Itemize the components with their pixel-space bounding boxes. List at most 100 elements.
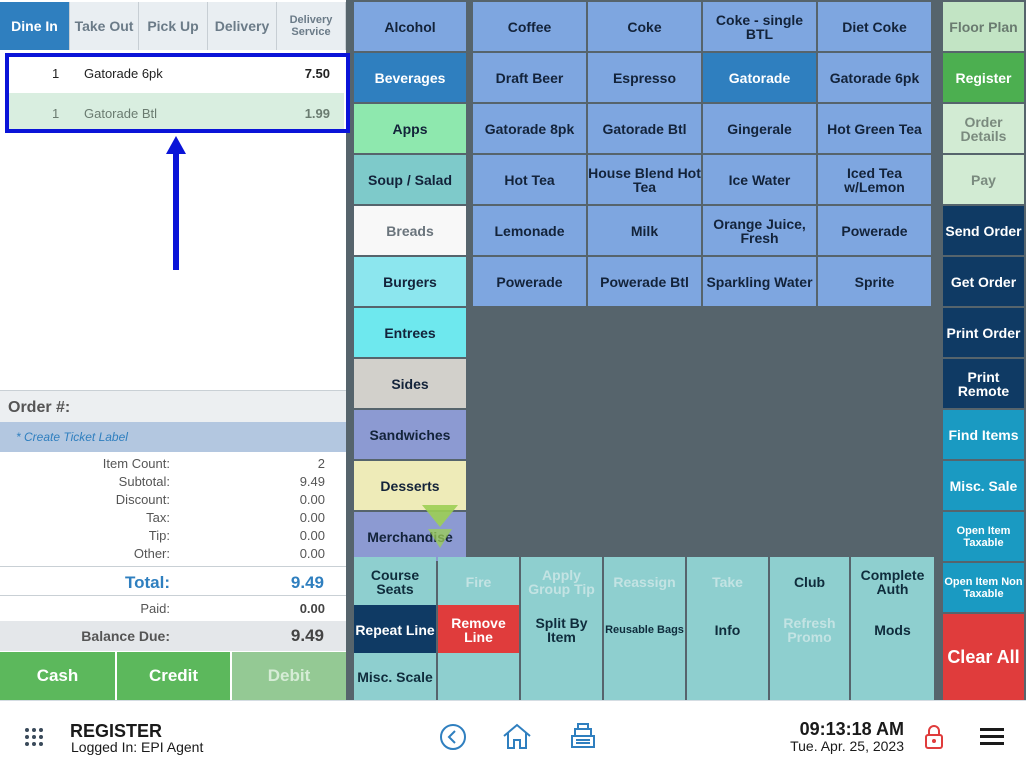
pos-register-screen: { "tabs": ["Dine In","Take Out","Pick Up… — [0, 0, 1026, 770]
item-lemonade[interactable]: Lemonade — [473, 206, 586, 255]
register-button[interactable]: Register — [943, 53, 1024, 102]
item-sparkling-water[interactable]: Sparkling Water — [703, 257, 816, 306]
info-button[interactable]: Info — [687, 605, 768, 654]
item-espresso[interactable]: Espresso — [588, 53, 701, 102]
total-row: Total: 9.49 — [0, 566, 346, 596]
pay-button[interactable]: Pay — [943, 155, 1024, 204]
summary-value: 2 — [317, 456, 325, 471]
item-gingerale[interactable]: Gingerale — [703, 104, 816, 153]
split-by-item-button[interactable]: Split By Item — [521, 605, 602, 654]
item-coke-single-btl[interactable]: Coke - single BTL — [703, 2, 816, 51]
item-gatorade-btl[interactable]: Gatorade Btl — [588, 104, 701, 153]
highlight-box — [5, 53, 350, 133]
apply-group-tip-button[interactable]: Apply Group Tip — [521, 557, 602, 606]
total-label: Total: — [124, 573, 170, 592]
course-seats-button[interactable]: Course Seats — [354, 557, 436, 606]
mods-button[interactable]: Mods — [851, 605, 934, 654]
refresh-promo-button[interactable]: Refresh Promo — [770, 605, 849, 654]
print-remote-button[interactable]: Print Remote — [943, 359, 1024, 408]
reassign-button[interactable]: Reassign — [604, 557, 685, 606]
item-powerade[interactable]: Powerade — [473, 257, 586, 306]
scroll-down-icon[interactable] — [420, 503, 460, 551]
summary-value: 0.00 — [299, 528, 325, 543]
item-powerade[interactable]: Powerade — [818, 206, 931, 255]
item-gatorade[interactable]: Gatorade — [703, 53, 816, 102]
balance-label: Balance Due: — [81, 628, 170, 644]
summary-value: 0.00 — [299, 546, 325, 561]
tab-take-out[interactable]: Take Out — [70, 2, 139, 50]
tab-dine-in[interactable]: Dine In — [0, 2, 70, 50]
reusable-bags-button[interactable]: Reusable Bags — [604, 605, 685, 654]
tab-pick-up[interactable]: Pick Up — [139, 2, 208, 50]
category-apps[interactable]: Apps — [354, 104, 466, 153]
item-gatorade-6pk[interactable]: Gatorade 6pk — [818, 53, 931, 102]
debit-button[interactable]: Debit — [232, 652, 346, 700]
clear-all-button[interactable]: Clear All — [943, 614, 1024, 700]
credit-button[interactable]: Credit — [117, 652, 230, 700]
paid-value: 0.00 — [299, 601, 325, 616]
summary-tip: Tip: 0.00 — [0, 528, 346, 546]
lock-icon[interactable] — [923, 723, 945, 751]
item-powerade-btl[interactable]: Powerade Btl — [588, 257, 701, 306]
empty-action-button — [687, 653, 768, 700]
item-draft-beer[interactable]: Draft Beer — [473, 53, 586, 102]
fire-button[interactable]: Fire — [438, 557, 519, 606]
item-coke[interactable]: Coke — [588, 2, 701, 51]
menu-icon[interactable] — [979, 727, 1005, 747]
back-icon[interactable] — [439, 723, 467, 751]
tab-delivery-service[interactable]: Delivery Service — [277, 2, 346, 50]
apps-grid-icon[interactable] — [24, 727, 44, 747]
complete-auth-button[interactable]: Complete Auth — [851, 557, 934, 606]
cash-button[interactable]: Cash — [0, 652, 115, 700]
summary-discount: Discount: 0.00 — [0, 492, 346, 510]
item-iced-tea-lemon[interactable]: Iced Tea w/Lemon — [818, 155, 931, 204]
item-diet-coke[interactable]: Diet Coke — [818, 2, 931, 51]
order-details-button[interactable]: Order Details — [943, 104, 1024, 153]
misc-scale-button[interactable]: Misc. Scale — [354, 653, 436, 700]
item-hot-green-tea[interactable]: Hot Green Tea — [818, 104, 931, 153]
category-sides[interactable]: Sides — [354, 359, 466, 408]
item-milk[interactable]: Milk — [588, 206, 701, 255]
print-order-button[interactable]: Print Order — [943, 308, 1024, 357]
balance-value: 9.49 — [290, 626, 324, 645]
get-order-button[interactable]: Get Order — [943, 257, 1024, 306]
find-items-button[interactable]: Find Items — [943, 410, 1024, 459]
category-soup-salad[interactable]: Soup / Salad — [354, 155, 466, 204]
paid-label: Paid: — [140, 601, 170, 616]
cash-register-icon[interactable] — [569, 722, 597, 750]
tab-delivery[interactable]: Delivery — [208, 2, 277, 50]
order-number: Order #: — [0, 390, 346, 422]
item-coffee[interactable]: Coffee — [473, 2, 586, 51]
item-orange-juice-fresh[interactable]: Orange Juice, Fresh — [703, 206, 816, 255]
arrow-up-icon — [166, 136, 186, 270]
empty-action-button — [851, 653, 934, 700]
take-button[interactable]: Take — [687, 557, 768, 606]
category-alcohol[interactable]: Alcohol — [354, 2, 466, 51]
remove-line-button[interactable]: Remove Line — [438, 605, 519, 654]
category-entrees[interactable]: Entrees — [354, 308, 466, 357]
home-icon[interactable] — [502, 722, 532, 750]
open-item-taxable-button[interactable]: Open Item Taxable — [943, 512, 1024, 561]
open-item-non-taxable-button[interactable]: Open Item Non Taxable — [943, 563, 1024, 612]
item-ice-water[interactable]: Ice Water — [703, 155, 816, 204]
category-burgers[interactable]: Burgers — [354, 257, 466, 306]
item-house-blend-hot-tea[interactable]: House Blend Hot Tea — [588, 155, 701, 204]
logged-in-user: Logged In: EPI Agent — [71, 739, 204, 755]
summary-tax: Tax: 0.00 — [0, 510, 346, 528]
club-button[interactable]: Club — [770, 557, 849, 606]
item-hot-tea[interactable]: Hot Tea — [473, 155, 586, 204]
floor-plan-button[interactable]: Floor Plan — [943, 2, 1024, 51]
repeat-line-button[interactable]: Repeat Line — [354, 605, 436, 654]
item-sprite[interactable]: Sprite — [818, 257, 931, 306]
send-order-button[interactable]: Send Order — [943, 206, 1024, 255]
order-panel: Dine In Take Out Pick Up Delivery Delive… — [0, 0, 350, 700]
create-ticket-label[interactable]: * Create Ticket Label — [0, 422, 346, 452]
category-sandwiches[interactable]: Sandwiches — [354, 410, 466, 459]
item-gatorade-8pk[interactable]: Gatorade 8pk — [473, 104, 586, 153]
summary-label: Discount: — [115, 492, 170, 507]
category-breads[interactable]: Breads — [354, 206, 466, 255]
clock-date: Tue. Apr. 25, 2023 — [790, 738, 904, 754]
category-beverages[interactable]: Beverages — [354, 53, 466, 102]
misc-sale-button[interactable]: Misc. Sale — [943, 461, 1024, 510]
total-value: 9.49 — [290, 573, 324, 592]
